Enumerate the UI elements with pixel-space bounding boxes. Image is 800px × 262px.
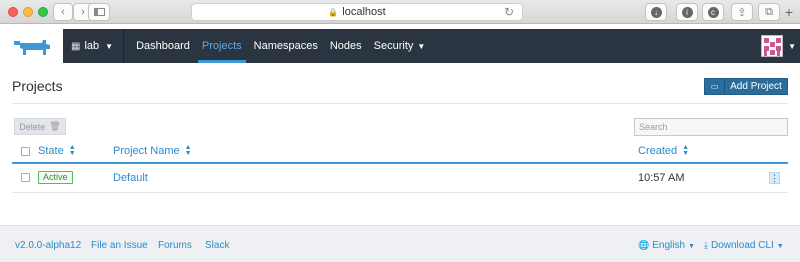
table-header-rule (12, 162, 788, 164)
environment-switcher[interactable]: ▦ lab ▼ (63, 29, 125, 63)
downloads-button[interactable]: ↓ (645, 3, 667, 21)
delete-label: Delete (19, 121, 46, 132)
info-icon: i (681, 6, 693, 18)
zoom-window-button[interactable] (38, 7, 48, 17)
language-selector[interactable]: 🌐 English ▼ (638, 240, 695, 251)
nav-namespaces[interactable]: Namespaces (248, 29, 324, 63)
close-window-button[interactable] (8, 7, 18, 17)
column-header-state-label: State (38, 145, 64, 157)
sidebar-button[interactable] (88, 3, 110, 21)
column-header-state[interactable]: State ▲ ▼ (38, 144, 76, 157)
forums-link[interactable]: Forums (158, 240, 192, 251)
status-badge: Active (38, 171, 73, 184)
extension-icon: c (707, 6, 719, 18)
column-header-created-label: Created (638, 145, 678, 157)
extension-button-2[interactable]: c (702, 3, 724, 21)
environment-icon: ▦ (71, 40, 81, 52)
avatar (761, 35, 784, 57)
search-input[interactable] (634, 118, 788, 136)
extension-button-1[interactable]: i (676, 3, 698, 21)
minimize-window-button[interactable] (23, 7, 33, 17)
sidebar-icon (93, 8, 105, 16)
chevron-right-icon: › (81, 6, 85, 18)
row-checkbox[interactable] (21, 173, 30, 182)
download-cli-menu[interactable]: ⤓ Download CLI ▼ (704, 240, 784, 251)
chevron-down-icon: ▼ (776, 243, 784, 250)
nav-dashboard[interactable]: Dashboard (130, 29, 196, 63)
column-header-created[interactable]: Created ▲ ▼ (638, 144, 690, 157)
app-header: ▦ lab ▼ Dashboard Projects Namespaces No… (0, 25, 800, 66)
nav-projects[interactable]: Projects (196, 29, 248, 63)
url-text: localhost (342, 6, 386, 18)
top-nav: ▦ lab ▼ Dashboard Projects Namespaces No… (63, 29, 800, 63)
project-name-link[interactable]: Default (113, 172, 148, 184)
address-bar[interactable]: 🔒 localhost ↻ (191, 3, 523, 21)
lock-icon: 🔒 (328, 7, 339, 17)
language-label: English (652, 240, 686, 251)
tabs-icon: ⧉ (765, 5, 773, 18)
trash-icon: 🗑 (49, 121, 61, 131)
chevron-down-icon: ▼ (417, 41, 426, 51)
chevron-down-icon: ▼ (105, 41, 114, 51)
chevron-down-icon: ▼ (788, 41, 796, 51)
back-button[interactable]: ‹ (53, 3, 73, 21)
sort-icon: ▲ ▼ (68, 144, 76, 157)
share-icon: ⇪ (737, 6, 747, 19)
column-header-project-name[interactable]: Project Name ▲ ▼ (113, 144, 192, 157)
file-issue-link[interactable]: File an Issue (91, 240, 148, 251)
sort-icon: ▲ ▼ (682, 144, 690, 157)
created-time: 10:57 AM (638, 172, 685, 184)
slack-link[interactable]: Slack (205, 240, 229, 251)
kebab-icon: ⋮ (770, 173, 779, 183)
chevron-left-icon: ‹ (61, 6, 65, 18)
download-icon: ⤓ (704, 240, 708, 250)
page-title: Projects (12, 78, 63, 94)
nav-nodes[interactable]: Nodes (324, 29, 368, 63)
nav-security-label: Security (373, 40, 414, 52)
row-actions-button[interactable]: ⋮ (769, 172, 780, 184)
rancher-logo-icon[interactable] (12, 35, 52, 57)
nav-security[interactable]: Security ▼ (368, 29, 432, 63)
new-tab-button[interactable]: + (782, 5, 796, 19)
add-project-button[interactable]: ▭ Add Project (704, 78, 788, 95)
column-header-name-label: Project Name (113, 145, 180, 157)
divider (12, 192, 788, 193)
sort-icon: ▲ ▼ (184, 144, 192, 157)
download-icon: ↓ (650, 6, 662, 18)
footer: v2.0.0-alpha12 File an Issue Forums Slac… (0, 225, 800, 262)
environment-label: lab (84, 40, 100, 52)
folder-icon: ▭ (705, 78, 725, 95)
add-project-label: Add Project (730, 81, 782, 92)
user-menu[interactable]: ▼ (761, 35, 796, 57)
version-link[interactable]: v2.0.0-alpha12 (15, 240, 81, 251)
tabs-button[interactable]: ⧉ (758, 3, 780, 21)
reload-icon[interactable]: ↻ (504, 5, 514, 19)
select-all-checkbox[interactable] (21, 147, 30, 156)
browser-toolbar: ‹ › 🔒 localhost ↻ ↓ i c ⇪ ⧉ + (0, 0, 800, 24)
divider (12, 103, 788, 104)
share-button[interactable]: ⇪ (731, 3, 753, 21)
download-cli-label: Download CLI (710, 240, 774, 251)
delete-button[interactable]: Delete 🗑 (14, 118, 66, 135)
globe-icon: 🌐 (638, 240, 650, 250)
chevron-down-icon: ▼ (688, 243, 695, 250)
